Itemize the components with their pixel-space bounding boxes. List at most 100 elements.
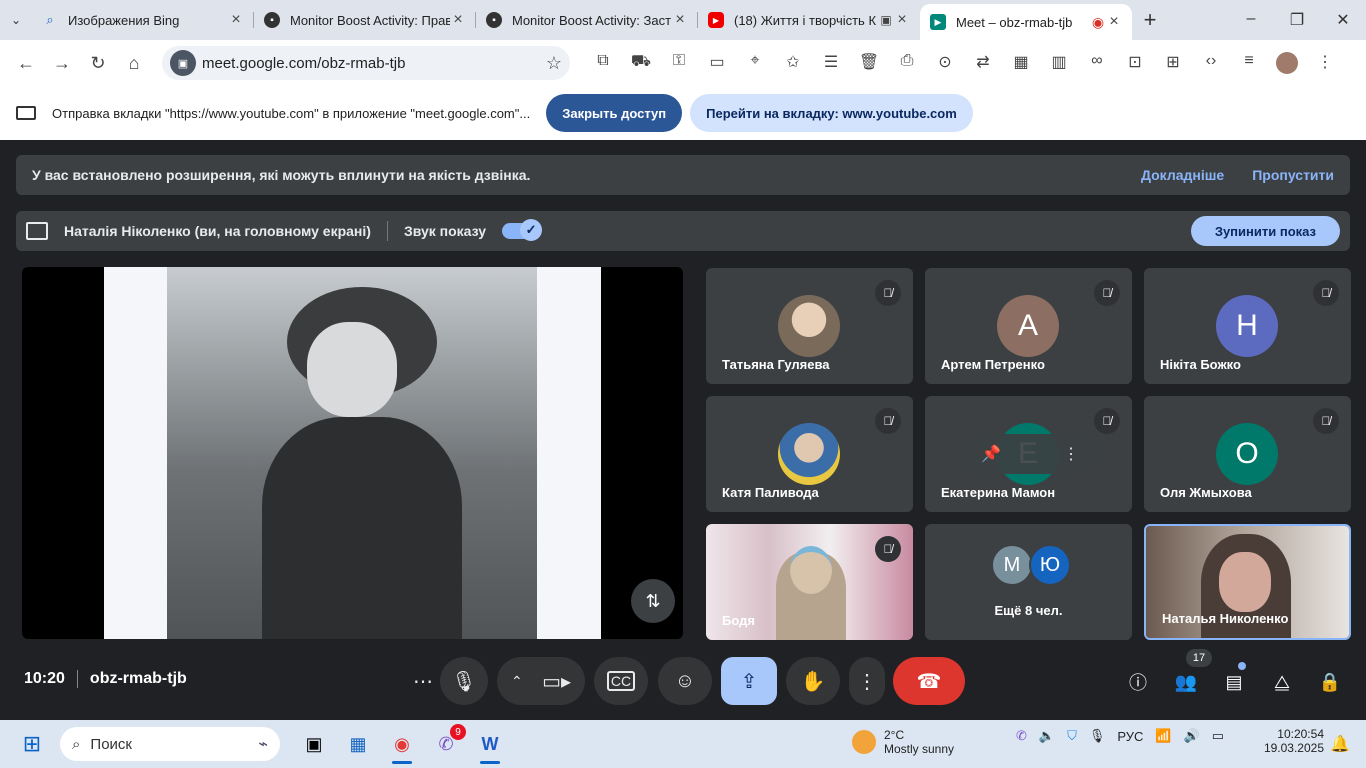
participant-tile[interactable]: О 🎙̸ Оля Жмыхова bbox=[1144, 396, 1351, 512]
close-icon[interactable]: × bbox=[228, 11, 244, 29]
notifications-icon[interactable]: 🔔 bbox=[1330, 734, 1350, 754]
tab-title: Meet – obz-rmab-tjb bbox=[956, 14, 1073, 30]
profile-avatar[interactable] bbox=[1276, 52, 1298, 74]
viber-icon[interactable]: ✆ 9 bbox=[424, 724, 468, 764]
self-tile[interactable]: Наталья Николенко bbox=[1144, 524, 1351, 640]
swap-tiles-icon[interactable]: ⇅ bbox=[631, 579, 675, 623]
leave-call-button[interactable]: ☎ bbox=[893, 657, 965, 705]
new-tab-button[interactable]: + bbox=[1132, 7, 1168, 33]
tab-search-button[interactable]: ⌄ bbox=[0, 0, 32, 40]
skip-link[interactable]: Пропустити bbox=[1252, 167, 1334, 183]
chat-icon[interactable]: ▤ bbox=[1220, 668, 1248, 696]
close-icon[interactable]: × bbox=[672, 11, 688, 29]
media-icon[interactable]: ≡ bbox=[1230, 52, 1268, 74]
present-button[interactable]: ⇪ bbox=[721, 657, 777, 705]
lens-icon[interactable]: ⊙ bbox=[926, 52, 964, 74]
browser-tab[interactable]: ▪ Monitor Boost Activity: Прав × bbox=[254, 0, 476, 40]
wifi-icon[interactable]: 📶 bbox=[1155, 728, 1171, 744]
table-icon[interactable]: ⊞ bbox=[1154, 52, 1192, 74]
mic-icon[interactable]: 🎙 bbox=[1089, 728, 1106, 744]
translate-icon[interactable]: ⇄ bbox=[964, 52, 1002, 74]
reload-icon[interactable]: ↻ bbox=[80, 45, 116, 81]
meeting-details-icon[interactable]: ⓘ bbox=[1124, 668, 1152, 696]
task-view-icon[interactable]: ▣ bbox=[292, 724, 336, 764]
people-icon[interactable]: 👥 bbox=[1172, 668, 1200, 696]
trash-icon[interactable]: 🗑 bbox=[850, 52, 888, 74]
word-icon[interactable]: W bbox=[468, 724, 512, 764]
activities-icon[interactable]: ⧋ bbox=[1268, 668, 1296, 696]
chrome-icon[interactable]: ◉ bbox=[380, 724, 424, 764]
close-window-icon[interactable]: ✕ bbox=[1320, 10, 1366, 30]
car-icon[interactable]: ⛟ bbox=[622, 52, 660, 74]
browser-tab[interactable]: ▪ Monitor Boost Activity: Заст × bbox=[476, 0, 698, 40]
list-icon[interactable]: ☰ bbox=[812, 52, 850, 74]
minimize-icon[interactable]: – bbox=[1228, 10, 1274, 30]
camera-button[interactable]: ⌃ ▭▸ bbox=[497, 657, 585, 705]
emoji-button[interactable]: ☺ bbox=[658, 657, 712, 705]
windows-start-icon[interactable]: ⊞ bbox=[10, 722, 54, 766]
go-to-tab-button[interactable]: Перейти на вкладку: www.youtube.com bbox=[690, 94, 973, 132]
participant-tile[interactable]: Е 📌 ⋮ 🎙̸ Екатерина Мамон bbox=[925, 396, 1132, 512]
forward-icon[interactable]: → bbox=[44, 45, 80, 81]
viber-tray-icon[interactable]: ✆ bbox=[1016, 728, 1027, 744]
search-icon: ⌕ bbox=[46, 12, 54, 27]
browser-toolbar: ← → ↻ ⌂ ▣ meet.google.com/obz-rmab-tjb ☆… bbox=[0, 40, 1366, 86]
language-indicator[interactable]: РУС bbox=[1117, 729, 1143, 744]
key-icon[interactable]: ⚿ bbox=[660, 52, 698, 74]
weather-widget[interactable]: 2°C Mostly sunny bbox=[852, 728, 954, 756]
card-icon[interactable]: ▭ bbox=[698, 52, 736, 74]
participant-tile[interactable]: 🎙̸ Катя Паливода bbox=[706, 396, 913, 512]
participant-tile[interactable]: 🎙̸ Татьяна Гуляева bbox=[706, 268, 913, 384]
speaker-icon[interactable]: 🔈 bbox=[1039, 728, 1055, 744]
mic-off-icon: 🎙̸ bbox=[1094, 408, 1120, 434]
taskbar-clock[interactable]: 10:20:54 19.03.2025 bbox=[1262, 727, 1324, 755]
battery-icon[interactable]: ▭ bbox=[1212, 728, 1224, 744]
reader-icon[interactable]: ▥ bbox=[1040, 52, 1078, 74]
stop-sharing-button[interactable]: Закрыть доступ bbox=[546, 94, 683, 132]
browser-tab-active[interactable]: ▶ Meet – obz-rmab-tjb ◉ × bbox=[920, 4, 1132, 40]
divider bbox=[76, 670, 78, 688]
code-icon[interactable]: ‹› bbox=[1192, 52, 1230, 74]
participant-tile[interactable]: Н 🎙̸ Нікіта Божко bbox=[1144, 268, 1351, 384]
site-info-icon[interactable]: ▣ bbox=[170, 50, 196, 76]
devices-icon[interactable]: ⊡ bbox=[1116, 52, 1154, 74]
share-sound-toggle[interactable] bbox=[502, 219, 543, 241]
browser-tab[interactable]: ▶ (18) Життя і творчість К ▣ × bbox=[698, 0, 920, 40]
close-icon[interactable]: × bbox=[1106, 13, 1122, 31]
qr-icon[interactable]: ▦ bbox=[1002, 52, 1040, 74]
extensions-icon[interactable]: ⧉ bbox=[584, 52, 622, 74]
raise-hand-button[interactable]: ✋ bbox=[786, 657, 840, 705]
menu-icon[interactable]: ⋮ bbox=[1306, 52, 1344, 74]
restore-icon[interactable]: ❐ bbox=[1274, 10, 1320, 30]
close-icon[interactable]: × bbox=[450, 11, 466, 29]
more-options-button[interactable]: ⋮ bbox=[849, 657, 885, 705]
browser-tab[interactable]: ⌕ Изображения Bing × bbox=[32, 0, 254, 40]
defender-icon[interactable]: ⛉ bbox=[1067, 728, 1077, 744]
stop-presenting-button[interactable]: Зупинити показ bbox=[1190, 216, 1340, 246]
more-options-icon[interactable]: ⋮ bbox=[1063, 444, 1079, 464]
volume-icon[interactable]: 🔊 bbox=[1184, 728, 1200, 744]
print-icon[interactable]: ⎙ bbox=[888, 52, 926, 74]
bookmark-star-icon[interactable]: ☆ bbox=[546, 53, 562, 74]
chevron-up-icon[interactable]: ⌃ bbox=[511, 673, 523, 690]
more-participants-tile[interactable]: М Ю Ещё 8 чел. bbox=[925, 524, 1132, 640]
participant-tile[interactable]: 🎙̸ Бодя bbox=[706, 524, 913, 640]
close-icon[interactable]: × bbox=[894, 11, 910, 29]
presenter-label: Наталія Ніколенко (ви, на головному екра… bbox=[64, 223, 371, 239]
microphone-button[interactable]: 🎙 bbox=[440, 657, 488, 705]
learn-more-link[interactable]: Докладніше bbox=[1141, 167, 1224, 183]
store-icon[interactable]: ▦ bbox=[336, 724, 380, 764]
home-icon[interactable]: ⌂ bbox=[116, 45, 152, 81]
host-controls-icon[interactable]: 🔒 bbox=[1316, 668, 1344, 696]
pin-icon[interactable]: 📌 bbox=[981, 444, 1001, 464]
taskbar-search[interactable]: ⌕ Поиск ⌁ bbox=[60, 727, 280, 761]
more-effects-icon[interactable]: ⋯ bbox=[401, 657, 445, 705]
link-icon[interactable]: ∞ bbox=[1078, 52, 1116, 74]
location-icon[interactable]: ⌖ bbox=[736, 52, 774, 74]
back-icon[interactable]: ← bbox=[8, 45, 44, 81]
star-icon[interactable]: ✩ bbox=[774, 52, 812, 74]
address-bar[interactable]: ▣ meet.google.com/obz-rmab-tjb ☆ bbox=[162, 46, 570, 80]
participant-tile[interactable]: А 🎙̸ Артем Петренко bbox=[925, 268, 1132, 384]
tab-title: Изображения Bing bbox=[68, 12, 180, 28]
captions-button[interactable]: CC bbox=[594, 657, 648, 705]
